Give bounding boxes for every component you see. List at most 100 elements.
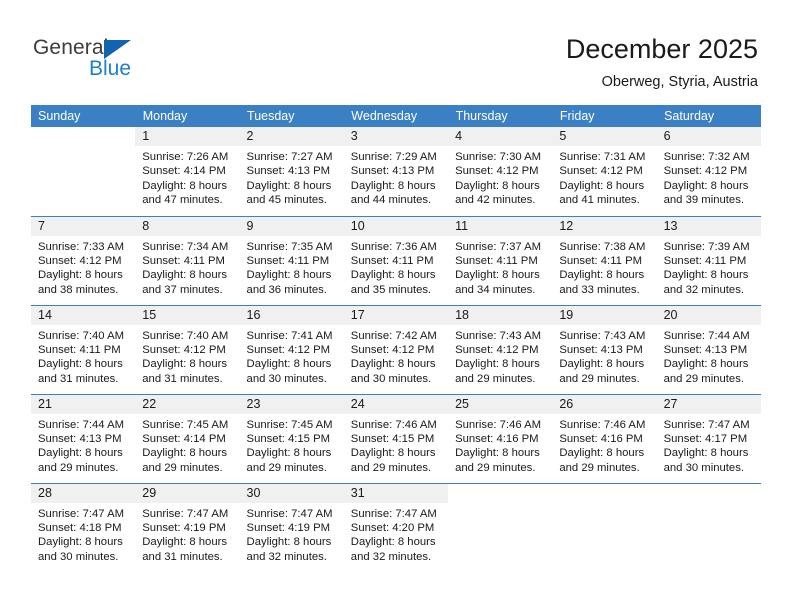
- day-number: [31, 127, 136, 146]
- sunset-text: Sunset: 4:13 PM: [663, 343, 748, 356]
- sunrise-text: Sunrise: 7:46 AM: [350, 418, 437, 431]
- daylight-text-line1: Daylight: 8 hours: [455, 269, 540, 282]
- day-number: 17: [343, 305, 449, 325]
- sunset-text: Sunset: 4:12 PM: [142, 343, 226, 356]
- sunrise-text: Sunrise: 7:26 AM: [142, 151, 229, 163]
- daylight-text-line2: and 30 minutes.: [38, 550, 119, 563]
- calendar-table: Sunday Monday Tuesday Wednesday Thursday…: [31, 105, 762, 572]
- sunset-text: Sunset: 4:11 PM: [350, 254, 434, 267]
- daylight-text-line2: and 29 minutes.: [559, 461, 640, 474]
- day-cell[interactable]: 17 Sunrise: 7:42 AM Sunset: 4:12 PM Dayl…: [343, 304, 449, 394]
- day-cell[interactable]: 23 Sunrise: 7:45 AM Sunset: 4:15 PM Dayl…: [239, 393, 344, 483]
- day-cell[interactable]: 18 Sunrise: 7:43 AM Sunset: 4:12 PM Dayl…: [448, 304, 553, 394]
- day-cell[interactable]: 14 Sunrise: 7:40 AM Sunset: 4:11 PM Dayl…: [31, 304, 136, 394]
- daylight-text-line1: Daylight: 8 hours: [559, 179, 645, 192]
- daylight-text-line1: Daylight: 8 hours: [38, 358, 123, 371]
- day-cell[interactable]: 6 Sunrise: 7:32 AM Sunset: 4:12 PM Dayli…: [656, 127, 761, 216]
- day-cell[interactable]: 25 Sunrise: 7:46 AM Sunset: 4:16 PM Dayl…: [448, 393, 553, 483]
- day-cell[interactable]: 21 Sunrise: 7:44 AM Sunset: 4:13 PM Dayl…: [31, 393, 136, 483]
- day-cell[interactable]: 15 Sunrise: 7:40 AM Sunset: 4:12 PM Dayl…: [135, 304, 240, 394]
- day-number: 16: [239, 305, 344, 325]
- day-cell[interactable]: 4 Sunrise: 7:30 AM Sunset: 4:12 PM Dayli…: [448, 127, 553, 216]
- daylight-text-line1: Daylight: 8 hours: [38, 269, 123, 282]
- weekday-header-sunday: Sunday: [31, 105, 136, 127]
- daylight-text-line1: Daylight: 8 hours: [663, 179, 749, 192]
- sunrise-text: Sunrise: 7:43 AM: [559, 329, 646, 342]
- daylight-text-line2: and 31 minutes.: [38, 372, 119, 385]
- day-number: 3: [343, 127, 449, 146]
- day-cell-empty: [552, 482, 657, 572]
- daylight-text-line2: and 29 minutes.: [142, 461, 223, 474]
- day-cell[interactable]: 11 Sunrise: 7:37 AM Sunset: 4:11 PM Dayl…: [448, 215, 553, 305]
- day-info: Sunrise: 7:27 AM Sunset: 4:13 PM Dayligh…: [240, 146, 344, 208]
- sunset-text: Sunset: 4:12 PM: [663, 165, 748, 178]
- calendar-week-row: 1 Sunrise: 7:26 AM Sunset: 4:14 PM Dayli…: [31, 127, 761, 216]
- daylight-text-line2: and 32 minutes.: [663, 283, 744, 296]
- sunrise-text: Sunrise: 7:39 AM: [663, 240, 750, 253]
- day-info: Sunrise: 7:34 AM Sunset: 4:11 PM Dayligh…: [135, 236, 239, 298]
- day-cell[interactable]: 13 Sunrise: 7:39 AM Sunset: 4:11 PM Dayl…: [656, 215, 761, 305]
- day-cell[interactable]: 20 Sunrise: 7:44 AM Sunset: 4:13 PM Dayl…: [656, 304, 761, 394]
- day-cell[interactable]: 2 Sunrise: 7:27 AM Sunset: 4:13 PM Dayli…: [239, 127, 344, 216]
- day-cell[interactable]: 22 Sunrise: 7:45 AM Sunset: 4:14 PM Dayl…: [135, 393, 240, 483]
- sunrise-text: Sunrise: 7:33 AM: [38, 240, 125, 253]
- day-number: [656, 483, 761, 503]
- day-cell[interactable]: 16 Sunrise: 7:41 AM Sunset: 4:12 PM Dayl…: [239, 304, 344, 394]
- day-cell-empty: [448, 482, 553, 572]
- daylight-text-line1: Daylight: 8 hours: [350, 447, 436, 460]
- day-info: Sunrise: 7:43 AM Sunset: 4:12 PM Dayligh…: [448, 325, 552, 387]
- day-info: Sunrise: 7:43 AM Sunset: 4:13 PM Dayligh…: [552, 325, 656, 387]
- sunset-text: Sunset: 4:14 PM: [142, 165, 226, 178]
- day-cell[interactable]: 26 Sunrise: 7:46 AM Sunset: 4:16 PM Dayl…: [552, 393, 657, 483]
- day-cell[interactable]: 30 Sunrise: 7:47 AM Sunset: 4:19 PM Dayl…: [239, 482, 344, 572]
- day-cell[interactable]: 29 Sunrise: 7:47 AM Sunset: 4:19 PM Dayl…: [135, 482, 240, 572]
- day-cell[interactable]: 8 Sunrise: 7:34 AM Sunset: 4:11 PM Dayli…: [135, 215, 240, 305]
- sunrise-text: Sunrise: 7:47 AM: [246, 507, 333, 520]
- daylight-text-line2: and 33 minutes.: [559, 283, 640, 296]
- day-number: 23: [239, 394, 344, 414]
- day-number: 31: [343, 483, 449, 503]
- sunset-text: Sunset: 4:12 PM: [246, 343, 331, 356]
- logo-text-blue: Blue: [89, 57, 132, 80]
- daylight-text-line1: Daylight: 8 hours: [38, 447, 123, 460]
- day-cell[interactable]: 12 Sunrise: 7:38 AM Sunset: 4:11 PM Dayl…: [552, 215, 657, 305]
- day-cell[interactable]: 5 Sunrise: 7:31 AM Sunset: 4:12 PM Dayli…: [552, 127, 657, 216]
- day-info: Sunrise: 7:46 AM Sunset: 4:15 PM Dayligh…: [344, 414, 448, 476]
- day-number: 4: [448, 127, 553, 146]
- day-info: Sunrise: 7:47 AM Sunset: 4:17 PM Dayligh…: [657, 414, 761, 476]
- sunrise-text: Sunrise: 7:29 AM: [350, 151, 437, 163]
- calendar-week-row: 7 Sunrise: 7:33 AM Sunset: 4:12 PM Dayli…: [31, 215, 761, 305]
- day-info: Sunrise: 7:46 AM Sunset: 4:16 PM Dayligh…: [552, 414, 656, 476]
- sunrise-text: Sunrise: 7:47 AM: [38, 507, 125, 520]
- day-number: 14: [31, 305, 136, 325]
- day-info: Sunrise: 7:44 AM Sunset: 4:13 PM Dayligh…: [657, 325, 761, 387]
- sunset-text: Sunset: 4:19 PM: [142, 521, 226, 534]
- weekday-header-wednesday: Wednesday: [343, 105, 449, 127]
- daylight-text-line2: and 36 minutes.: [246, 283, 327, 296]
- page-title: December 2025: [565, 34, 758, 64]
- calendar-week-row: 28 Sunrise: 7:47 AM Sunset: 4:18 PM Dayl…: [31, 482, 761, 572]
- day-cell[interactable]: 24 Sunrise: 7:46 AM Sunset: 4:15 PM Dayl…: [343, 393, 449, 483]
- day-cell[interactable]: 7 Sunrise: 7:33 AM Sunset: 4:12 PM Dayli…: [31, 215, 136, 305]
- day-cell[interactable]: 1 Sunrise: 7:26 AM Sunset: 4:14 PM Dayli…: [135, 127, 240, 216]
- day-cell[interactable]: 27 Sunrise: 7:47 AM Sunset: 4:17 PM Dayl…: [656, 393, 761, 483]
- daylight-text-line2: and 38 minutes.: [38, 283, 119, 296]
- day-cell[interactable]: 19 Sunrise: 7:43 AM Sunset: 4:13 PM Dayl…: [552, 304, 657, 394]
- sunset-text: Sunset: 4:15 PM: [246, 432, 331, 445]
- day-cell[interactable]: 31 Sunrise: 7:47 AM Sunset: 4:20 PM Dayl…: [343, 482, 449, 572]
- day-cell[interactable]: 28 Sunrise: 7:47 AM Sunset: 4:18 PM Dayl…: [31, 482, 136, 572]
- daylight-text-line1: Daylight: 8 hours: [559, 447, 645, 460]
- day-cell[interactable]: 3 Sunrise: 7:29 AM Sunset: 4:13 PM Dayli…: [343, 127, 449, 216]
- sunrise-text: Sunrise: 7:45 AM: [142, 418, 229, 431]
- sunset-text: Sunset: 4:11 PM: [559, 254, 643, 267]
- day-number: 21: [31, 394, 136, 414]
- day-cell[interactable]: 10 Sunrise: 7:36 AM Sunset: 4:11 PM Dayl…: [343, 215, 449, 305]
- day-number: 7: [31, 216, 136, 236]
- sunset-text: Sunset: 4:13 PM: [38, 432, 122, 445]
- sunrise-text: Sunrise: 7:43 AM: [455, 329, 542, 342]
- sunset-text: Sunset: 4:11 PM: [246, 254, 330, 267]
- daylight-text-line2: and 31 minutes.: [142, 372, 223, 385]
- day-cell[interactable]: 9 Sunrise: 7:35 AM Sunset: 4:11 PM Dayli…: [239, 215, 344, 305]
- day-number: 29: [135, 483, 240, 503]
- daylight-text-line1: Daylight: 8 hours: [559, 269, 645, 282]
